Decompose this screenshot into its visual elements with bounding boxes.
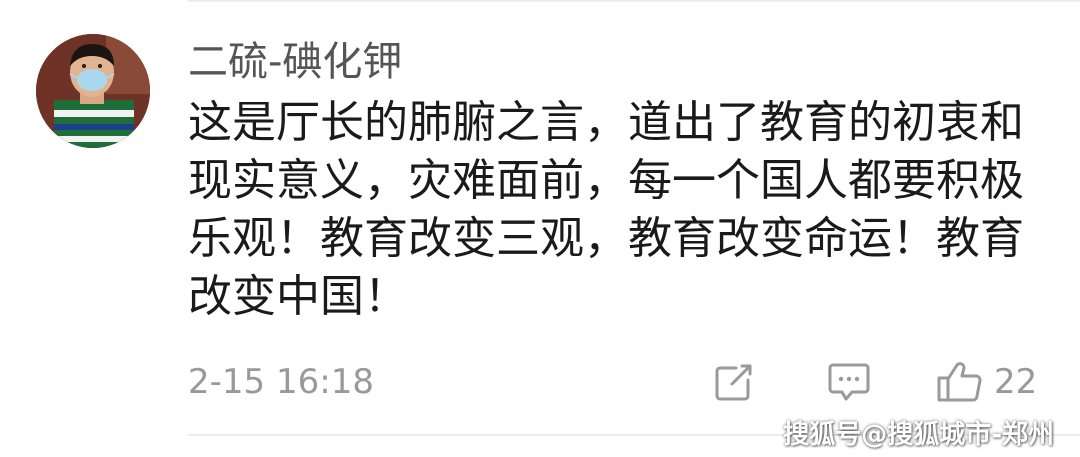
timestamp: 2-15 16:18 <box>188 362 374 402</box>
share-icon <box>715 364 752 401</box>
like-button[interactable]: 22 <box>936 356 1037 408</box>
reply-button[interactable] <box>826 356 872 408</box>
share-button[interactable] <box>712 356 756 408</box>
avatar[interactable] <box>36 34 150 148</box>
comment-text: 这是厅长的肺腑之言，道出了教育的初衷和现实意义，灾难面前，每一个国人都要积极乐观… <box>188 97 1024 322</box>
watermark: 搜狐号@搜狐城市-郑州 <box>783 420 1054 450</box>
thumbs-up-icon <box>937 362 982 402</box>
avatar-image <box>36 34 150 148</box>
like-count: 22 <box>994 362 1038 402</box>
top-divider <box>188 0 1080 2</box>
comment-icon <box>828 363 870 401</box>
username[interactable]: 二硫-碘化钾 <box>188 36 402 88</box>
